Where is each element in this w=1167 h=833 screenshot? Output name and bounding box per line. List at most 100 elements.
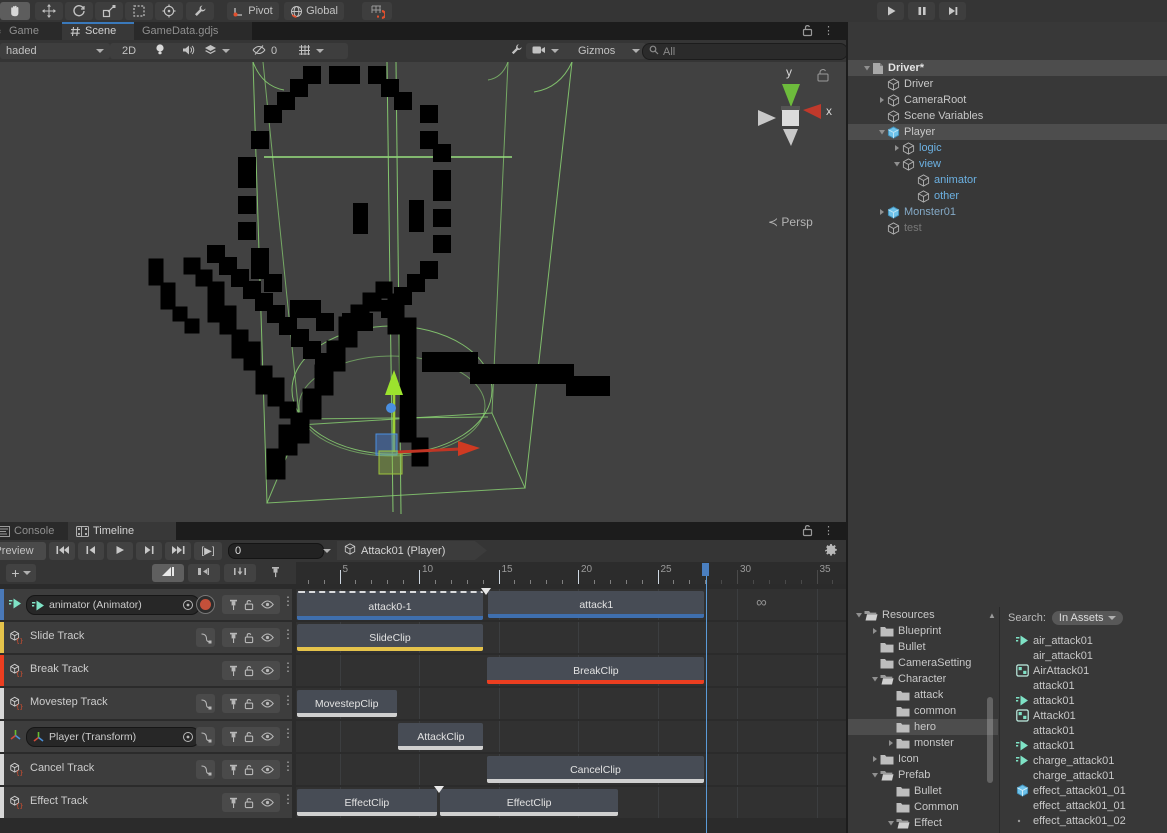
search-scope-dropdown[interactable]: In Assets (1052, 611, 1123, 625)
lock-toggle[interactable] (244, 632, 254, 644)
clip-slideclip[interactable]: SlideClip (297, 624, 484, 651)
project-folder-attack[interactable]: attack (848, 687, 998, 703)
hierarchy-item-animator[interactable]: animator (848, 172, 1167, 188)
panel-menu-icon[interactable]: ⋮ (823, 524, 834, 540)
play-button[interactable] (877, 2, 904, 20)
mix-mode-button[interactable] (152, 564, 184, 582)
track-header-animator-animator-[interactable]: animator (Animator)⋮ (0, 589, 292, 620)
track-menu-icon[interactable]: ⋮ (282, 792, 294, 806)
project-folder-common[interactable]: common (848, 703, 998, 719)
lock-toggle[interactable] (244, 731, 254, 743)
track-header-player-transform-[interactable]: Player (Transform)⋮ (0, 721, 292, 752)
project-folder-resources[interactable]: Resources (848, 607, 998, 623)
hierarchy-item-test[interactable]: test (848, 220, 1167, 236)
foldout-arrow-icon[interactable] (877, 96, 887, 104)
previous-frame-button[interactable] (78, 542, 104, 560)
track-menu-icon[interactable]: ⋮ (282, 660, 294, 674)
marker-pin-button[interactable] (262, 564, 288, 582)
foldout-arrow-icon[interactable] (892, 144, 902, 152)
foldout-arrow-icon[interactable] (870, 675, 880, 683)
scene-search-input[interactable] (663, 46, 841, 58)
result-item[interactable]: charge_attack01 (1000, 768, 1167, 783)
track-header-slide-track[interactable]: {}Slide Track⋮ (0, 622, 292, 653)
next-frame-button[interactable] (136, 542, 162, 560)
curves-button[interactable] (196, 694, 215, 713)
project-folder-common[interactable]: Common (848, 799, 998, 815)
clip-cancelclip[interactable]: CancelClip (487, 756, 703, 783)
foldout-arrow-icon[interactable] (877, 208, 887, 216)
track-lane-4[interactable]: AttackClip (296, 721, 846, 752)
track-object-field[interactable]: Player (Transform) (26, 727, 200, 747)
grid-visibility-dropdown[interactable] (292, 43, 348, 59)
pin-toggle[interactable] (229, 632, 238, 644)
project-folder-monster[interactable]: monster (848, 735, 998, 751)
eye-toggle[interactable] (261, 666, 274, 675)
project-folder-hero[interactable]: hero (848, 719, 998, 735)
goto-end-button[interactable] (165, 542, 191, 560)
foldout-arrow-icon[interactable] (886, 739, 896, 747)
track-lane-6[interactable]: EffectClipEffectClip (296, 787, 846, 818)
result-item[interactable]: effect_attack01_02 (1000, 813, 1167, 828)
timeline-play-button[interactable] (107, 542, 133, 560)
foldout-arrow-icon[interactable] (862, 64, 872, 72)
clip-attack1[interactable]: attack1 (488, 591, 704, 618)
track-lane-1[interactable]: SlideClip (296, 622, 846, 653)
panel-menu-icon[interactable]: ⋮ (823, 24, 834, 40)
foldout-arrow-icon[interactable] (854, 611, 864, 619)
hierarchy-item-other[interactable]: other (848, 188, 1167, 204)
pause-button[interactable] (908, 2, 935, 20)
eye-toggle[interactable] (261, 600, 274, 609)
result-item[interactable]: air_attack01 (1000, 648, 1167, 663)
timeline-clips-area[interactable]: attack0-1attack1SlideClipBreakClipMovest… (296, 584, 846, 833)
lock-toggle[interactable] (244, 797, 254, 809)
eye-toggle[interactable] (261, 633, 274, 642)
lock-toggle[interactable] (244, 599, 254, 611)
foldout-arrow-icon[interactable] (877, 128, 887, 136)
tab-console[interactable]: Console (0, 522, 78, 540)
current-frame-field[interactable]: 0 (228, 543, 324, 559)
record-button[interactable] (196, 595, 215, 614)
clip-attackclip[interactable]: AttackClip (398, 723, 483, 750)
ripple-mode-button[interactable] (188, 564, 220, 582)
curves-button[interactable] (196, 760, 215, 779)
unlock-icon[interactable] (802, 524, 813, 540)
project-folder-character[interactable]: Character (848, 671, 998, 687)
project-folder-blueprint[interactable]: Blueprint (848, 623, 998, 639)
goto-start-button[interactable] (49, 542, 75, 560)
result-item[interactable]: effect_attack01_01 (1000, 783, 1167, 798)
lock-toggle[interactable] (244, 698, 254, 710)
scale-tool-button[interactable] (95, 2, 123, 20)
gizmos-dropdown[interactable]: Gizmos (572, 43, 646, 59)
rotate-tool-button[interactable] (65, 2, 93, 20)
scene-viewport[interactable]: yx ≺ Persp (0, 62, 846, 522)
global-toggle-button[interactable]: Global (284, 2, 344, 20)
hierarchy-item-monster01[interactable]: Monster01 (848, 204, 1167, 220)
result-item[interactable]: charge_attack01 (1000, 753, 1167, 768)
pin-toggle[interactable] (229, 731, 238, 743)
add-track-button[interactable]: + (6, 564, 36, 582)
play-range-button[interactable]: [▶] (194, 542, 222, 560)
pin-toggle[interactable] (229, 599, 238, 611)
track-header-effect-track[interactable]: {}Effect Track⋮ (0, 787, 292, 818)
curves-button[interactable] (196, 727, 215, 746)
lock-toggle[interactable] (244, 665, 254, 677)
lock-toggle[interactable] (244, 764, 254, 776)
track-lane-2[interactable]: BreakClip (296, 655, 846, 686)
eye-toggle[interactable] (261, 765, 274, 774)
hierarchy-item-logic[interactable]: logic (848, 140, 1167, 156)
project-folder-camerasetting[interactable]: CameraSetting (848, 655, 998, 671)
project-folder-bullet[interactable]: Bullet (848, 639, 998, 655)
clip-boundary-marker[interactable] (481, 588, 491, 595)
timeline-settings-button[interactable] (820, 542, 842, 560)
shading-mode-dropdown[interactable]: haded (0, 43, 110, 59)
eye-toggle[interactable] (261, 798, 274, 807)
clip-effectclip[interactable]: EffectClip (440, 789, 617, 816)
preview-toggle-button[interactable]: Preview (0, 542, 46, 560)
curves-button[interactable] (196, 628, 215, 647)
scroll-up-icon[interactable]: ▲ (988, 611, 996, 620)
unlock-icon[interactable] (802, 24, 813, 40)
effects-dropdown[interactable] (198, 43, 252, 59)
result-item[interactable]: Attack01 (1000, 708, 1167, 723)
track-menu-icon[interactable]: ⋮ (282, 594, 294, 608)
hierarchy-item-player[interactable]: Player (848, 124, 1167, 140)
